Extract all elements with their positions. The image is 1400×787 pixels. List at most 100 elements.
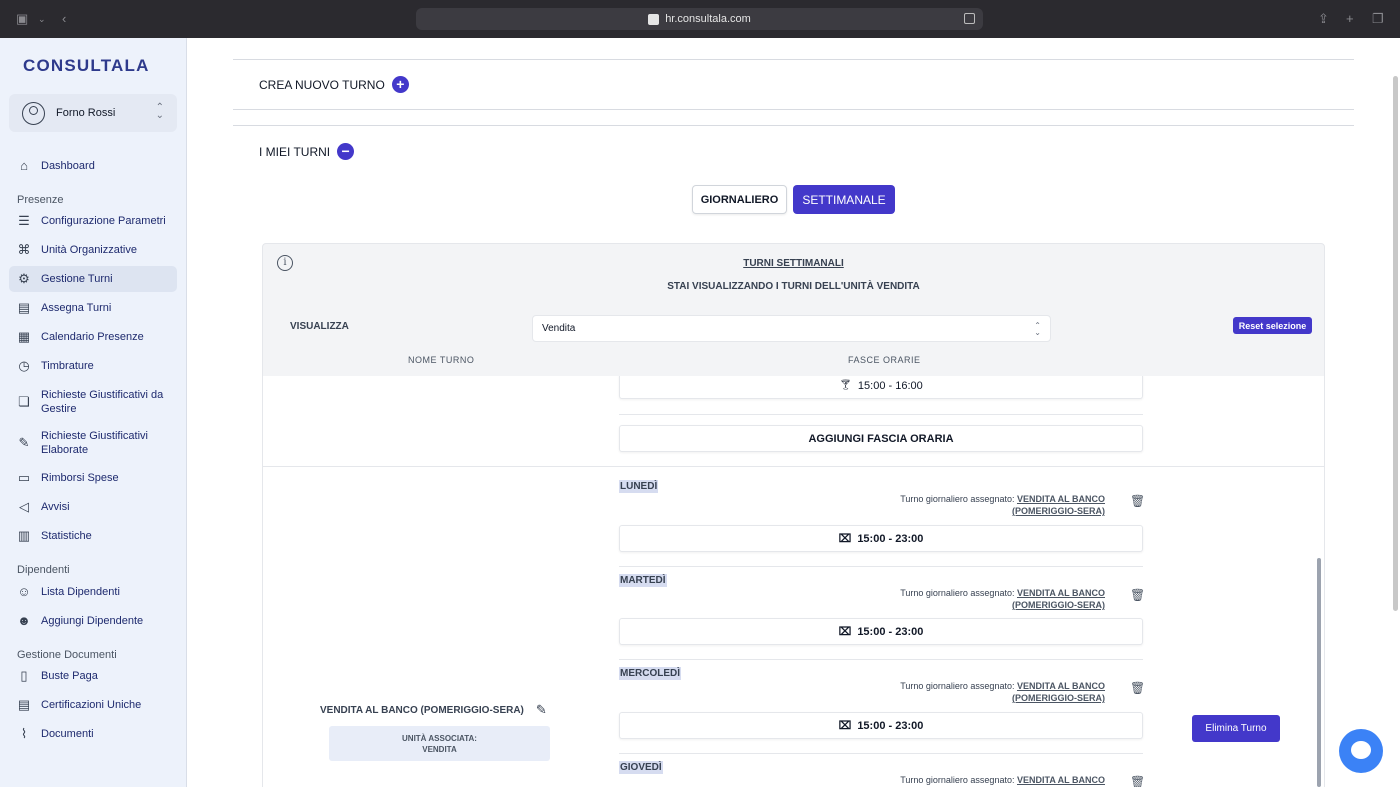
sidebar-item-dashboard[interactable]: ⌂ Dashboard	[9, 153, 177, 179]
minus-circle-icon[interactable]: −	[337, 143, 355, 160]
weekly-toggle-button[interactable]: SETTIMANALE	[793, 185, 895, 214]
back-icon[interactable]: ‹	[62, 11, 66, 27]
clipboard-check-icon: ✎	[18, 435, 30, 450]
sidebar-item-avvisi[interactable]: ◁ Avvisi	[9, 494, 177, 520]
time-slot[interactable]: ⌧ 15:00 - 23:00	[619, 525, 1143, 552]
briefcase-icon: ⌧	[838, 720, 852, 732]
delete-shift-button[interactable]: Elimina Turno	[1192, 715, 1280, 742]
assigned-shift-link[interactable]: VENDITA AL BANCO	[1017, 775, 1105, 785]
clock-icon: ◷	[18, 358, 30, 373]
divider	[233, 109, 1354, 110]
sidebar-item-lista-dipendenti[interactable]: ☺ Lista Dipendenti	[9, 579, 177, 605]
add-time-slot-button[interactable]: AGGIUNGI FASCIA ORARIA	[619, 425, 1143, 452]
inner-scrollbar[interactable]	[1317, 558, 1321, 787]
sidebar-item-assegna-turni[interactable]: ▤ Assegna Turni	[9, 295, 177, 321]
sidebar-item-buste-paga[interactable]: ▯ Buste Paga	[9, 663, 177, 689]
visualizza-label: VISUALIZZA	[290, 321, 349, 332]
site-favicon-icon	[648, 13, 660, 25]
receipt-icon: ▭	[17, 470, 31, 485]
new-tab-icon[interactable]: +	[1346, 11, 1354, 27]
user-avatar-icon	[22, 101, 45, 125]
daily-toggle-button[interactable]: GIORNALIERO	[692, 185, 787, 214]
chevron-down-icon[interactable]: ⌄	[38, 11, 46, 27]
day-name-tuesday: MARTEDÌ	[619, 574, 667, 587]
day-name-thursday: GIOVEDÌ	[619, 761, 663, 774]
shift-name: VENDITA AL BANCO (POMERIGGIO-SERA) ✎	[320, 702, 547, 718]
documents-icon: ❏	[18, 394, 30, 409]
nav-section-documenti: Gestione Documenti	[17, 649, 117, 661]
sidebar-item-richieste-elaborate[interactable]: ✎ Richieste Giustificativi Elaborate	[9, 428, 177, 458]
divider	[619, 414, 1143, 415]
trash-icon[interactable]: 🗑︎	[1130, 681, 1145, 695]
nav-section-presenze: Presenze	[17, 194, 64, 206]
chat-bubble-icon[interactable]	[1339, 729, 1383, 773]
sidebar-toggle-icon[interactable]: ▣	[16, 11, 28, 27]
trash-icon[interactable]: 🗑︎	[1130, 494, 1145, 508]
break-icon: 🍸︎	[839, 380, 852, 391]
divider	[263, 466, 1324, 467]
account-switcher[interactable]: Forno Rossi ⌃ ⌄	[9, 94, 177, 132]
assigned-shift-info: Turno giornaliero assegnato: VENDITA AL …	[900, 494, 1105, 516]
document-icon: ▯	[20, 668, 28, 683]
bar-chart-icon: ▥	[17, 528, 31, 543]
address-bar[interactable]: hr.consultala.com	[416, 8, 983, 30]
my-shifts-header[interactable]: I MIEI TURNI −	[259, 143, 355, 160]
column-header-slots: FASCE ORARIE	[848, 355, 921, 365]
sidebar-item-unita[interactable]: ⌘ Unità Organizzative	[9, 237, 177, 263]
paperclip-icon: ⌇	[20, 726, 28, 741]
sidebar-item-gestione-turni[interactable]: ⚙ Gestione Turni	[9, 266, 177, 292]
edit-icon[interactable]: ✎	[536, 702, 547, 718]
trash-icon[interactable]: 🗑︎	[1130, 775, 1145, 787]
shifts-list: 🍸︎ 15:00 - 16:00 AGGIUNGI FASCIA ORARIA …	[263, 376, 1324, 787]
assigned-shift-link[interactable]: VENDITA AL BANCO	[1017, 681, 1105, 691]
unit-select[interactable]: Vendita ⌃ ⌄	[532, 315, 1051, 342]
home-icon: ⌂	[20, 158, 28, 173]
updown-chevron-icon: ⌃ ⌄	[155, 102, 164, 121]
sidebar-item-calendario[interactable]: ▦ Calendario Presenze	[9, 324, 177, 350]
sliders-icon: ☰	[18, 213, 30, 228]
create-shift-header[interactable]: CREA NUOVO TURNO +	[259, 76, 409, 93]
divider	[619, 566, 1143, 567]
associated-unit-badge: UNITÀ ASSOCIATA: VENDITA	[329, 726, 550, 761]
sidebar-item-richieste-da-gestire[interactable]: ❏ Richieste Giustificativi da Gestire	[9, 387, 177, 417]
users-icon: ☺	[17, 584, 31, 599]
updown-chevron-icon: ⌃ ⌄	[1034, 321, 1041, 337]
create-shift-title: CREA NUOVO TURNO	[259, 77, 385, 92]
tabs-overview-icon[interactable]: ❐	[1372, 11, 1384, 27]
assigned-shift-link[interactable]: (POMERIGGIO-SERA)	[1012, 600, 1105, 610]
page-scrollbar[interactable]	[1393, 76, 1398, 611]
trash-icon[interactable]: 🗑︎	[1130, 588, 1145, 602]
sidebar-item-rimborsi[interactable]: ▭ Rimborsi Spese	[9, 465, 177, 491]
divider	[619, 659, 1143, 660]
time-slot[interactable]: 🍸︎ 15:00 - 16:00	[619, 376, 1143, 399]
sidebar-item-statistiche[interactable]: ▥ Statistiche	[9, 523, 177, 549]
document-text-icon: ▤	[17, 697, 31, 712]
briefcase-icon: ⌧	[838, 626, 852, 638]
divider	[233, 59, 1354, 60]
share-icon[interactable]: ⇪	[1318, 11, 1329, 27]
sidebar-item-certificazioni[interactable]: ▤ Certificazioni Uniche	[9, 692, 177, 718]
assigned-shift-link[interactable]: (POMERIGGIO-SERA)	[1012, 693, 1105, 703]
app-logo[interactable]: CONSULTALA	[23, 56, 150, 76]
reader-icon[interactable]	[964, 13, 975, 24]
url-text: hr.consultala.com	[665, 13, 751, 25]
sidebar-item-configurazione[interactable]: ☰ Configurazione Parametri	[9, 208, 177, 234]
day-name-monday: LUNEDÌ	[619, 480, 659, 493]
time-slot[interactable]: ⌧ 15:00 - 23:00	[619, 712, 1143, 739]
reset-selection-button[interactable]: Reset selezione	[1233, 317, 1312, 334]
assigned-shift-link[interactable]: VENDITA AL BANCO	[1017, 494, 1105, 504]
divider	[233, 125, 1354, 126]
time-slot[interactable]: ⌧ 15:00 - 23:00	[619, 618, 1143, 645]
assigned-shift-info: Turno giornaliero assegnato: VENDITA AL …	[900, 681, 1105, 703]
unit-select-value: Vendita	[542, 323, 576, 334]
assigned-shift-link[interactable]: VENDITA AL BANCO	[1017, 588, 1105, 598]
day-name-wednesday: MERCOLEDÌ	[619, 667, 681, 680]
assigned-shift-link[interactable]: (POMERIGGIO-SERA)	[1012, 506, 1105, 516]
my-shifts-title: I MIEI TURNI	[259, 144, 331, 159]
sidebar-item-aggiungi-dipendente[interactable]: ☻ Aggiungi Dipendente	[9, 608, 177, 634]
panel-title: TURNI SETTIMANALI	[743, 258, 844, 269]
nav-section-dipendenti: Dipendenti	[17, 564, 70, 576]
sidebar-item-timbrature[interactable]: ◷ Timbrature	[9, 353, 177, 379]
plus-circle-icon[interactable]: +	[391, 76, 409, 93]
sidebar-item-documenti[interactable]: ⌇ Documenti	[9, 721, 177, 747]
